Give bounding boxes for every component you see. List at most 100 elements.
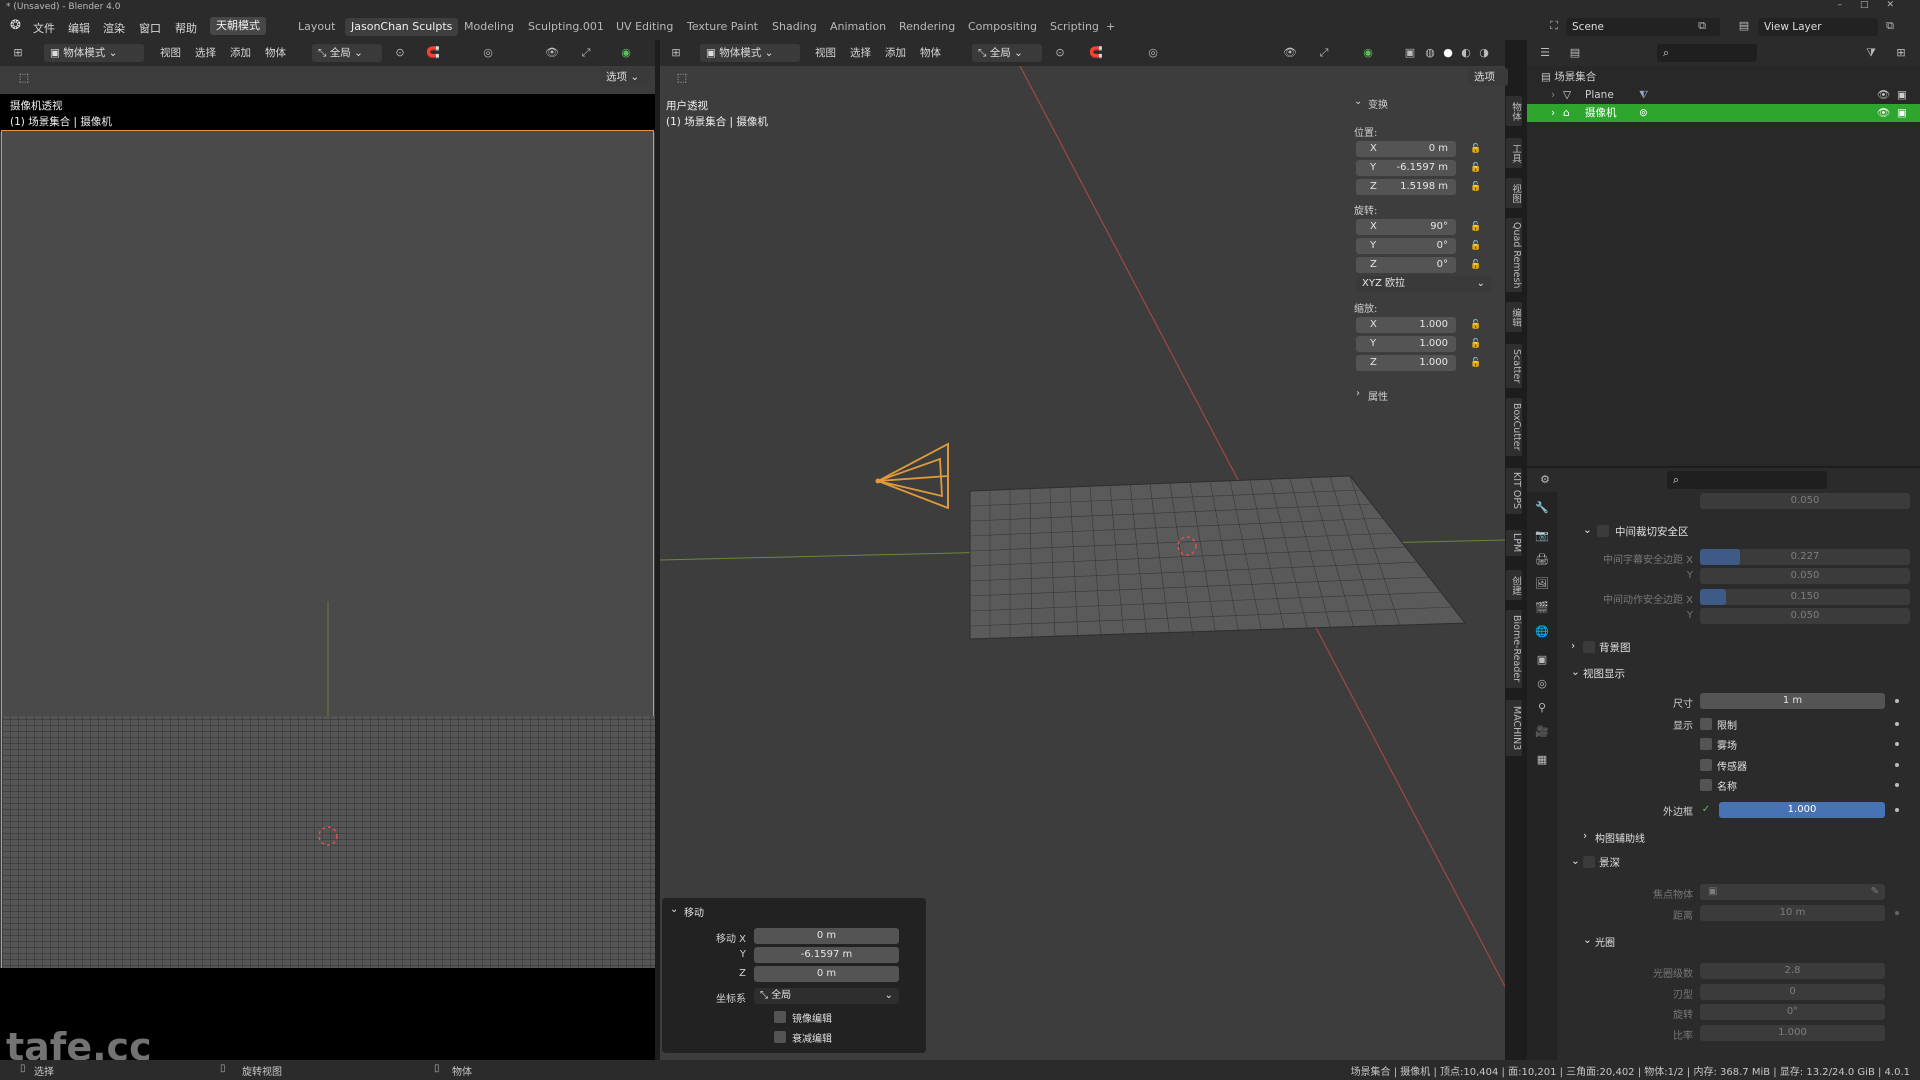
properties-collapse-icon[interactable]: ›	[1356, 388, 1360, 399]
main-editor-type-icon[interactable]: ⊞	[668, 45, 684, 61]
editor-type-icon[interactable]: ⊞	[10, 45, 26, 61]
move-y-field[interactable]: -6.1597 m	[754, 947, 899, 963]
modifier-icon[interactable]: ⧨	[1639, 86, 1648, 104]
outliner-item-plane[interactable]: › ▽ Plane ⧨ 👁 ▣	[1527, 86, 1920, 104]
view-layer-tab-icon[interactable]: 🖼	[1534, 576, 1550, 592]
main-gizmo-icon[interactable]: ⤢	[1316, 45, 1332, 61]
display-mode-icon[interactable]: ▤	[1567, 45, 1583, 61]
collapse-icon[interactable]: ⌄	[1583, 524, 1592, 536]
move-z-field[interactable]: 0 m	[754, 966, 899, 982]
tab-animation[interactable]: Animation	[824, 18, 892, 36]
tool-tab-icon[interactable]: 🔧	[1534, 500, 1550, 516]
expand-icon[interactable]: ›	[1583, 830, 1587, 842]
lock-icon[interactable]: 🔓	[1470, 339, 1481, 349]
main-menu-add[interactable]: 添加	[885, 45, 906, 61]
scale-x-field[interactable]: X 1.000	[1356, 317, 1456, 333]
main-mode-dropdown[interactable]: ▣ 物体模式 ⌄	[700, 44, 800, 62]
sidebar-tab-tool[interactable]: 工具	[1506, 138, 1522, 168]
scale-y-field[interactable]: Y 1.000	[1356, 336, 1456, 352]
menu-help[interactable]: 帮助	[175, 20, 197, 36]
dof-checkbox[interactable]	[1583, 856, 1595, 868]
sidebar-tab-item[interactable]: 物体	[1506, 96, 1522, 126]
eyedropper-icon[interactable]: ✎	[1871, 884, 1879, 900]
gizmo-icon[interactable]: ⤢	[578, 45, 594, 61]
tab-jasonchan-sculpts[interactable]: JasonChan Sculpts	[345, 18, 459, 36]
show-name-checkbox[interactable]	[1700, 779, 1712, 791]
dof-title[interactable]: 景深	[1599, 855, 1620, 870]
main-options-button[interactable]: 选项	[1468, 68, 1508, 86]
tab-modeling[interactable]: Modeling	[458, 18, 520, 36]
blender-logo-icon[interactable]: ❂	[10, 18, 21, 33]
shading-solid-icon[interactable]: ●	[1440, 45, 1456, 61]
keyframe-dot[interactable]	[1895, 783, 1899, 787]
sidebar-tab-machin3[interactable]: MACHIN3	[1506, 700, 1522, 756]
lock-icon[interactable]: 🔓	[1470, 241, 1481, 251]
view-layer-icon[interactable]: ▤	[1736, 18, 1752, 34]
keyframe-dot[interactable]	[1895, 808, 1899, 812]
minimize-button[interactable]: –	[1837, 0, 1860, 10]
move-x-field[interactable]: 0 m	[754, 928, 899, 944]
main-overlay-icon[interactable]: ◉	[1360, 45, 1376, 61]
focus-distance-field[interactable]: 10 m	[1700, 905, 1885, 921]
display-size-field[interactable]: 1 m	[1700, 693, 1885, 709]
sidebar-tab-scatter[interactable]: Scatter	[1506, 344, 1522, 388]
sidebar-tab-quad-remesh[interactable]: Quad Remesh	[1506, 218, 1522, 292]
outliner-root[interactable]: ▤ 场景集合	[1541, 68, 1596, 86]
eye-icon[interactable]: 👁	[1877, 104, 1890, 122]
left-menu-view[interactable]: 视图	[160, 45, 181, 61]
ratio-field[interactable]: 1.000	[1700, 1025, 1885, 1041]
main-pivot-icon[interactable]: ⊙	[1052, 45, 1068, 61]
visibility-icon[interactable]: 👁	[544, 45, 560, 61]
outliner-editor-icon[interactable]: ☰	[1537, 45, 1553, 61]
main-menu-object[interactable]: 物体	[920, 45, 941, 61]
select-tool-icon[interactable]: ⬚	[16, 70, 32, 86]
lock-icon[interactable]: 🔓	[1470, 144, 1481, 154]
lock-icon[interactable]: 🔓	[1470, 260, 1481, 270]
rotation-x-field[interactable]: X 90°	[1356, 219, 1456, 235]
sidebar-tab-edit[interactable]: 编辑	[1506, 302, 1522, 332]
main-select-tool-icon[interactable]: ⬚	[674, 70, 690, 86]
scene-copy-icon[interactable]: ⧉	[1694, 18, 1710, 34]
collapse-icon[interactable]: ⌄	[670, 904, 678, 915]
camera-render-icon[interactable]: ▣	[1897, 104, 1907, 122]
transform-section-title[interactable]: 变换	[1368, 96, 1388, 111]
sidebar-tab-create[interactable]: 创建	[1506, 570, 1522, 600]
passepartout-alpha-slider[interactable]: 1.000	[1719, 802, 1885, 818]
lock-icon[interactable]: 🔓	[1470, 222, 1481, 232]
camera-data-icon[interactable]: ⊚	[1639, 104, 1648, 122]
lock-icon[interactable]: 🔓	[1470, 163, 1481, 173]
properties-section-title[interactable]: 属性	[1368, 388, 1388, 403]
show-sensor-checkbox[interactable]	[1700, 759, 1712, 771]
left-orientation-dropdown[interactable]: ⤡ 全局 ⌄	[312, 44, 382, 62]
aperture-rotation-field[interactable]: 0°	[1700, 1004, 1885, 1020]
maximize-button[interactable]: □	[1860, 0, 1887, 10]
left-menu-select[interactable]: 选择	[195, 45, 216, 61]
object-tab-icon[interactable]: ▣	[1534, 652, 1550, 668]
passepartout-checkbox[interactable]: ✓	[1700, 804, 1712, 816]
tab-shading[interactable]: Shading	[766, 18, 823, 36]
xray-icon[interactable]: ▣	[1402, 45, 1418, 61]
main-menu-select[interactable]: 选择	[850, 45, 871, 61]
transform-collapse-icon[interactable]: ⌄	[1354, 96, 1362, 107]
add-workspace-button[interactable]: +	[1100, 18, 1121, 36]
expand-icon[interactable]: ›	[1551, 86, 1555, 104]
shading-rendered-icon[interactable]: ◑	[1476, 45, 1492, 61]
mirror-edit-checkbox[interactable]	[774, 1011, 786, 1023]
snap-icon[interactable]: 🧲	[425, 45, 441, 61]
new-collection-icon[interactable]: ⊞	[1893, 45, 1909, 61]
background-images-title[interactable]: 背景图	[1599, 640, 1631, 655]
sidebar-tab-view[interactable]: 视图	[1506, 178, 1522, 208]
view-layer-copy-icon[interactable]: ⧉	[1882, 18, 1898, 34]
aperture-title[interactable]: 光圈	[1595, 934, 1615, 949]
tab-sculpting[interactable]: Sculpting.001	[522, 18, 610, 36]
location-x-field[interactable]: X0 m	[1356, 141, 1456, 157]
camera-render-icon[interactable]: ▣	[1897, 86, 1907, 104]
output-tab-icon[interactable]: 🖨	[1534, 552, 1550, 568]
sidebar-tab-biome-reader[interactable]: Biome-Reader	[1506, 610, 1522, 688]
left-options-button[interactable]: 选项 ⌄	[600, 68, 650, 86]
background-images-checkbox[interactable]	[1583, 641, 1595, 653]
safe-area-y-field[interactable]: 0.050	[1700, 493, 1910, 509]
sidebar-tab-boxcutter[interactable]: BoxCutter	[1506, 398, 1522, 456]
main-snap-icon[interactable]: 🧲	[1088, 45, 1104, 61]
menu-window[interactable]: 窗口	[139, 20, 161, 36]
